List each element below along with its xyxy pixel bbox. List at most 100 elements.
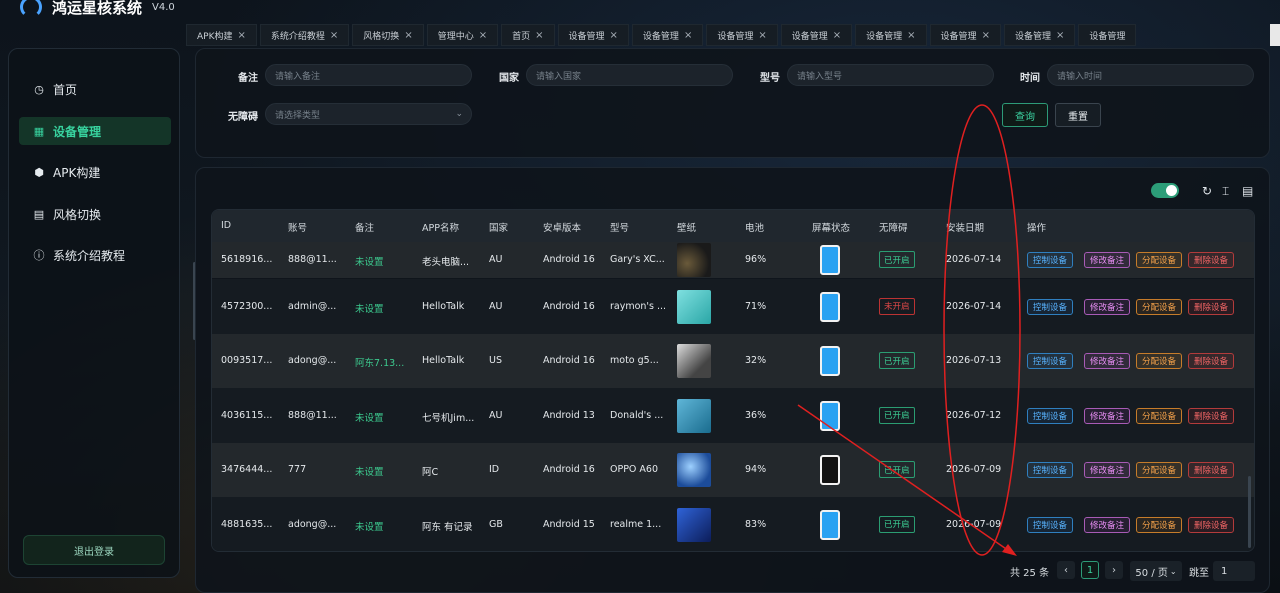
cell-country: US <box>489 355 502 367</box>
tab-admin-center[interactable]: 管理中心 × <box>426 24 499 46</box>
sidebar-item-home[interactable]: ◷ 首页 <box>19 75 171 103</box>
cell-date: 2026-07-12 <box>946 409 1002 421</box>
control-device-button[interactable]: 控制设备 <box>1027 462 1074 479</box>
tab-label: 设备管理 <box>866 31 903 42</box>
tab-device-management[interactable]: 设备管理 × <box>855 24 927 46</box>
assign-device-button[interactable]: 分配设备 <box>1136 298 1183 315</box>
jump-page-input[interactable]: 1 <box>1213 561 1255 581</box>
delete-device-button[interactable]: 删除设备 <box>1188 407 1235 424</box>
sidebar: ◷ 首页 ▦ 设备管理 ⬢ APK构建 ▤ 风格切换 ⓘ 系统介绍教程 退出登录 <box>8 48 180 578</box>
reset-button[interactable]: 重置 <box>1055 103 1101 127</box>
table-scrollbar[interactable] <box>1248 476 1251 548</box>
tab-device-management[interactable]: 设备管理 × <box>631 24 704 46</box>
delete-device-button[interactable]: 删除设备 <box>1188 516 1235 533</box>
edit-note-button[interactable]: 修改备注 <box>1084 516 1131 533</box>
control-device-button[interactable]: 控制设备 <box>1027 298 1074 315</box>
close-icon[interactable]: × <box>535 30 543 41</box>
close-icon[interactable]: × <box>758 30 766 41</box>
close-icon[interactable]: × <box>238 30 246 41</box>
wallpaper-thumbnail[interactable] <box>677 398 711 433</box>
cell-account: adong@... <box>288 518 337 530</box>
tab-device-management[interactable]: 设备管理 × <box>780 24 853 46</box>
view-toggle[interactable] <box>1151 183 1179 198</box>
column-height-icon[interactable]: ⌶ <box>1222 184 1229 199</box>
tab-device-management[interactable]: 设备管理 × <box>1003 24 1076 46</box>
tab-device-management[interactable]: 设备管理 × <box>706 24 778 46</box>
edit-note-button[interactable]: 修改备注 <box>1084 462 1131 479</box>
accessibility-filter-label: 无障碍 <box>228 112 258 123</box>
page-size-select[interactable]: 50 / 页 ⌄ <box>1130 561 1182 581</box>
column-header: 备注 <box>355 223 375 234</box>
close-icon[interactable]: × <box>479 30 487 41</box>
cell-account: admin@... <box>288 300 337 312</box>
wallpaper-thumbnail[interactable] <box>677 507 711 542</box>
time-filter-input[interactable]: 请输入时间 <box>1047 64 1254 86</box>
delete-device-button[interactable]: 删除设备 <box>1188 462 1235 479</box>
delete-device-button[interactable]: 删除设备 <box>1188 353 1235 370</box>
edit-note-button[interactable]: 修改备注 <box>1084 252 1131 268</box>
close-icon[interactable]: × <box>833 30 841 41</box>
close-icon[interactable]: × <box>404 30 412 41</box>
tab-apk-build[interactable]: APK构建 × <box>186 24 257 46</box>
assign-device-button[interactable]: 分配设备 <box>1136 252 1183 268</box>
wallpaper-thumbnail[interactable] <box>677 289 711 324</box>
close-icon[interactable]: × <box>907 30 915 41</box>
edit-note-button[interactable]: 修改备注 <box>1084 353 1131 370</box>
export-icon[interactable]: ▤ <box>1242 184 1253 198</box>
assign-device-button[interactable]: 分配设备 <box>1136 516 1183 533</box>
close-icon[interactable]: × <box>610 30 618 41</box>
assign-device-button[interactable]: 分配设备 <box>1136 462 1183 479</box>
cell-account: 777 <box>288 464 307 476</box>
cell-android: Android 16 <box>543 300 595 312</box>
tab-home[interactable]: 首页 × <box>501 24 555 46</box>
close-icon[interactable]: × <box>684 30 692 41</box>
control-device-button[interactable]: 控制设备 <box>1027 252 1074 268</box>
tab-device-management[interactable]: 设备管理 × <box>929 24 1001 46</box>
sidebar-item-tutorial[interactable]: ⓘ 系统介绍教程 <box>19 241 171 269</box>
cell-account: adong@... <box>288 355 337 367</box>
tab-device-management[interactable]: 设备管理 × <box>557 24 629 46</box>
current-page-button[interactable]: 1 <box>1081 561 1099 579</box>
tab-device-management[interactable]: 设备管理 <box>1078 24 1137 46</box>
cell-account: 888@11... <box>288 254 337 265</box>
tab-label: APK构建 <box>197 31 233 42</box>
control-device-button[interactable]: 控制设备 <box>1027 516 1074 533</box>
app-logo: 鸿运星核系统 V4.0 <box>20 0 175 20</box>
delete-device-button[interactable]: 删除设备 <box>1188 252 1235 268</box>
country-filter-input[interactable]: 请输入国家 <box>526 64 733 86</box>
tab-bar: APK构建 × 系统介绍教程 × 风格切换 × 管理中心 × 首页 × 设备管理 × 设备管… <box>186 24 1280 46</box>
edit-note-button[interactable]: 修改备注 <box>1084 407 1131 424</box>
prev-page-button[interactable]: ‹ <box>1057 561 1075 579</box>
close-icon[interactable]: × <box>1056 30 1064 41</box>
edit-note-button[interactable]: 修改备注 <box>1084 298 1131 315</box>
tab-label: 设备管理 <box>940 31 977 42</box>
assign-device-button[interactable]: 分配设备 <box>1136 353 1183 370</box>
model-filter-input[interactable]: 请输入型号 <box>787 64 994 86</box>
total-count: 共 25 条 <box>1010 567 1050 579</box>
sidebar-item-apk-build[interactable]: ⬢ APK构建 <box>19 158 171 186</box>
accessibility-status-badge: 已开启 <box>879 515 915 533</box>
control-device-button[interactable]: 控制设备 <box>1027 407 1074 424</box>
next-page-button[interactable]: › <box>1105 561 1123 579</box>
wallpaper-thumbnail[interactable] <box>677 243 711 277</box>
delete-device-button[interactable]: 删除设备 <box>1188 298 1235 315</box>
close-icon[interactable]: × <box>330 30 338 41</box>
tab-tutorial[interactable]: 系统介绍教程 × <box>259 24 350 46</box>
wallpaper-thumbnail[interactable] <box>677 344 711 379</box>
note-filter-input[interactable]: 请输入备注 <box>265 64 472 86</box>
query-button[interactable]: 查询 <box>1002 103 1048 127</box>
accessibility-status-badge: 已开启 <box>879 352 915 370</box>
cell-app: HelloTalk <box>422 355 465 367</box>
close-icon[interactable]: × <box>982 30 990 41</box>
sidebar-item-label: 系统介绍教程 <box>53 248 126 263</box>
refresh-icon[interactable]: ↻ <box>1202 184 1212 198</box>
tab-style-switch[interactable]: 风格切换 × <box>352 24 424 46</box>
accessibility-filter-select[interactable]: 请选择类型 ⌄ <box>265 103 472 125</box>
wallpaper-thumbnail[interactable] <box>677 453 711 488</box>
control-device-button[interactable]: 控制设备 <box>1027 353 1074 370</box>
cell-date: 2026-07-14 <box>946 300 1002 312</box>
sidebar-item-style-switch[interactable]: ▤ 风格切换 <box>19 200 171 228</box>
logout-button[interactable]: 退出登录 <box>23 535 165 565</box>
assign-device-button[interactable]: 分配设备 <box>1136 407 1183 424</box>
sidebar-item-device-management[interactable]: ▦ 设备管理 <box>19 117 171 145</box>
